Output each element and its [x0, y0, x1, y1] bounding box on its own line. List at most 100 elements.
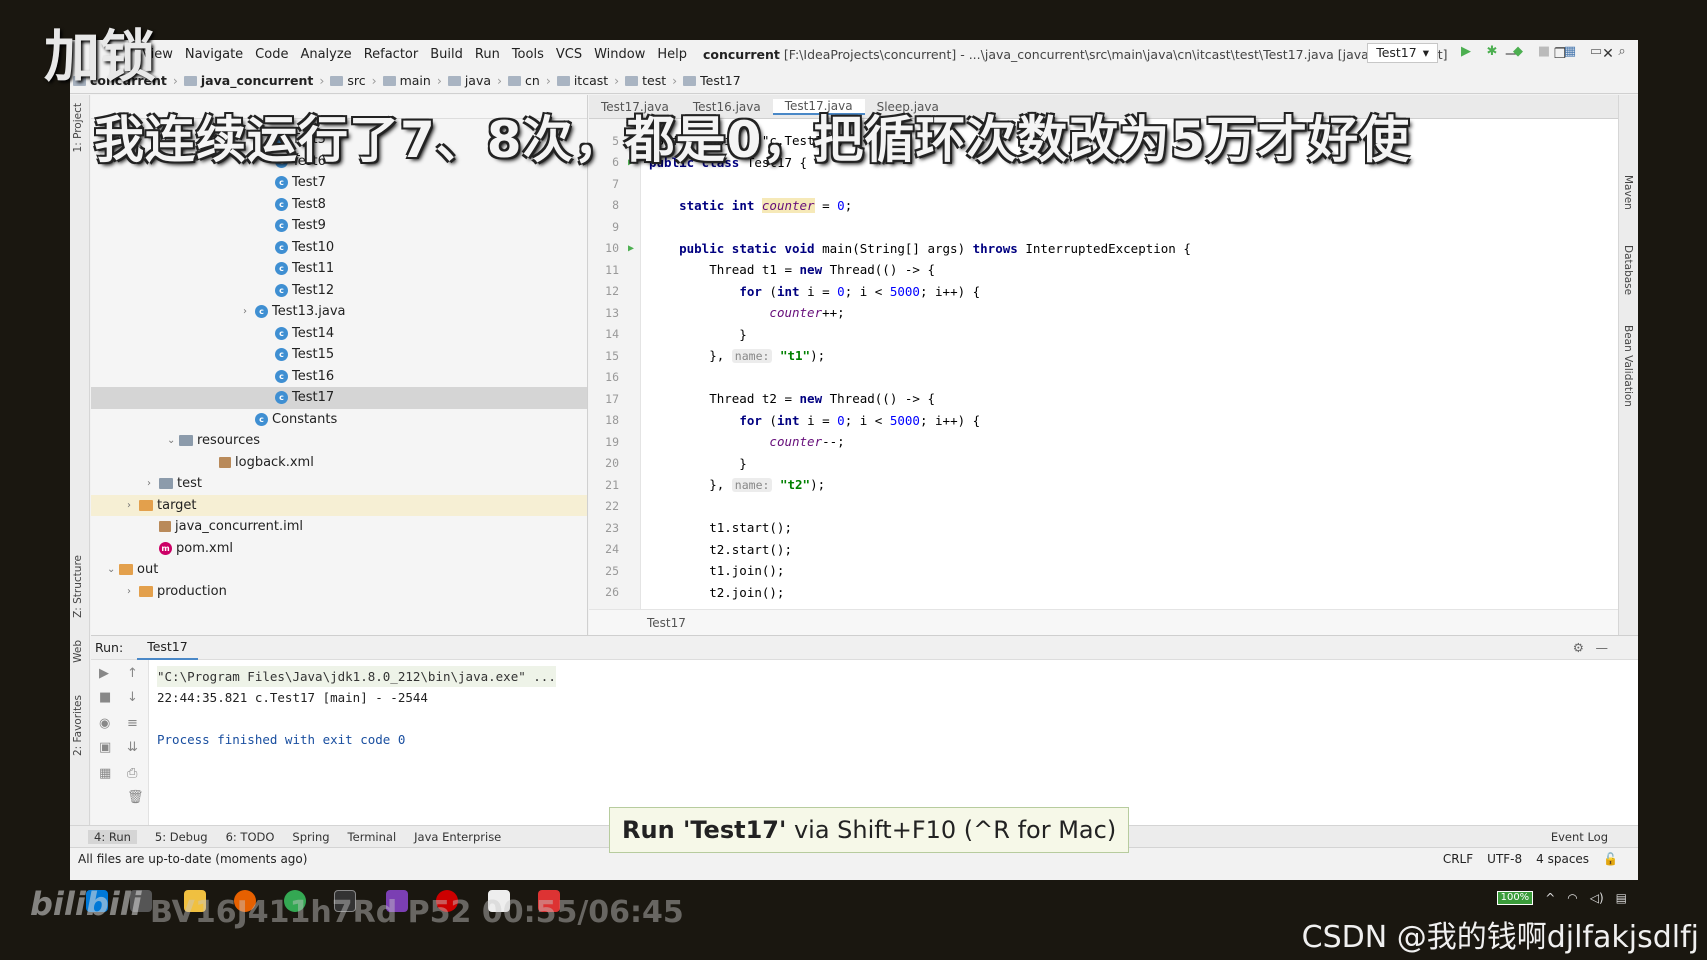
code-line[interactable]: 16	[589, 367, 1624, 389]
tree-item[interactable]: c Test10	[91, 237, 587, 259]
rerun-icon[interactable]: ▶	[99, 666, 109, 681]
restore-layout-icon[interactable]: ▣	[99, 740, 111, 755]
layout-icon[interactable]: ▭	[1588, 44, 1604, 59]
code-line[interactable]: 18 for (int i = 0; i < 5000; i++) {	[589, 410, 1624, 432]
breadcrumb-item[interactable]: src ›	[327, 73, 379, 88]
down-icon[interactable]: ↓	[127, 690, 138, 705]
structure-tool-label[interactable]: Z: Structure	[72, 555, 84, 618]
breadcrumb-item[interactable]: itcast ›	[554, 73, 622, 88]
menu-code[interactable]: Code	[249, 47, 294, 62]
code-area[interactable]: 5 @Slf4j(topic = "c.Test17") 6 ▶ public clas…	[589, 130, 1624, 603]
bottom-tool-button[interactable]: Java Enterprise	[414, 830, 501, 844]
code-line[interactable]: 10 ▶ public static void main(String[] arg…	[589, 238, 1624, 260]
expand-arrow-icon[interactable]: ›	[147, 478, 159, 489]
tree-item[interactable]: c Test14	[91, 323, 587, 345]
tree-item[interactable]: › test	[91, 473, 587, 495]
volume-icon[interactable]: ◁)	[1590, 891, 1604, 905]
expand-arrow-icon[interactable]: ›	[127, 586, 139, 597]
run-gutter-icon[interactable]: ▶	[619, 243, 643, 254]
coverage-icon[interactable]: ◆	[1510, 44, 1526, 59]
menu-help[interactable]: Help	[651, 47, 693, 62]
tree-item[interactable]: c Test8	[91, 194, 587, 216]
run-tab[interactable]: Test17	[137, 636, 198, 660]
expand-arrow-icon[interactable]: ⌄	[167, 435, 179, 446]
menu-build[interactable]: Build	[424, 47, 469, 62]
code-line[interactable]: 11 Thread t1 = new Thread(() -> {	[589, 259, 1624, 281]
code-line[interactable]: 22	[589, 496, 1624, 518]
tree-item[interactable]: c Test9	[91, 215, 587, 237]
tree-item[interactable]: logback.xml	[91, 452, 587, 474]
run-config-select[interactable]: Test17 ▾	[1367, 43, 1438, 63]
notification-icon[interactable]: ▤	[1616, 891, 1627, 905]
favorites-tool-label[interactable]: 2: Favorites	[72, 695, 84, 756]
event-log-button[interactable]: Event Log	[1551, 830, 1608, 844]
tree-item[interactable]: › target	[91, 494, 587, 516]
code-line[interactable]: 20 }	[589, 453, 1624, 475]
run-icon[interactable]: ▶	[1458, 44, 1474, 59]
menu-run[interactable]: Run	[469, 47, 506, 62]
search-icon[interactable]: ⌕	[1614, 44, 1630, 59]
indent-setting[interactable]: 4 spaces	[1536, 852, 1589, 866]
breadcrumb-item[interactable]: main ›	[380, 73, 445, 88]
soft-wrap-icon[interactable]: ≡	[127, 716, 138, 731]
menu-navigate[interactable]: Navigate	[179, 47, 249, 62]
bottom-tool-button[interactable]: Terminal	[348, 830, 397, 844]
up-icon[interactable]: ↑	[127, 666, 138, 681]
bottom-tool-button[interactable]: Spring	[292, 830, 329, 844]
code-line[interactable]: 14 }	[589, 324, 1624, 346]
code-line[interactable]: 9	[589, 216, 1624, 238]
code-line[interactable]: 17 Thread t2 = new Thread(() -> {	[589, 388, 1624, 410]
menu-refactor[interactable]: Refactor	[358, 47, 425, 62]
tree-item[interactable]: ⌄ resources	[91, 430, 587, 452]
breadcrumb-item[interactable]: Test17	[680, 73, 744, 88]
line-separator[interactable]: CRLF	[1443, 852, 1473, 866]
breadcrumb-item[interactable]: java ›	[445, 73, 505, 88]
menu-analyze[interactable]: Analyze	[294, 47, 357, 62]
web-tool-label[interactable]: Web	[72, 640, 84, 663]
code-line[interactable]: 25 t1.join();	[589, 560, 1624, 582]
stop-icon[interactable]: ■	[1536, 44, 1552, 59]
tree-item[interactable]: c Constants	[91, 409, 587, 431]
tree-item[interactable]: c Test12	[91, 280, 587, 302]
camera-icon[interactable]: ◉	[99, 716, 110, 731]
tree-item[interactable]: ⌄ out	[91, 559, 587, 581]
tree-item[interactable]: m pom.xml	[91, 538, 587, 560]
project-tool-label[interactable]: 1: Project	[72, 103, 84, 152]
tree-item[interactable]: c Test17	[91, 387, 587, 409]
tree-item[interactable]: c Test16	[91, 366, 587, 388]
file-encoding[interactable]: UTF-8	[1487, 852, 1522, 866]
breadcrumb-item[interactable]: test ›	[622, 73, 680, 88]
menu-vcs[interactable]: VCS	[550, 47, 588, 62]
battery-icon[interactable]: 100%	[1496, 891, 1534, 905]
code-editor[interactable]: Test17.java Test16.java Test17.java Sleep.j…	[589, 95, 1624, 635]
breadcrumb-item[interactable]: cn ›	[505, 73, 554, 88]
tree-item[interactable]: c Test7	[91, 172, 587, 194]
menu-tools[interactable]: Tools	[506, 47, 550, 62]
network-icon[interactable]: ^	[1545, 891, 1555, 905]
code-line[interactable]: 7	[589, 173, 1624, 195]
code-line[interactable]: 15 }, name: "t1");	[589, 345, 1624, 367]
code-line[interactable]: 26 t2.join();	[589, 582, 1624, 604]
layout-icon[interactable]: ▦	[99, 766, 111, 781]
menu-window[interactable]: Window	[588, 47, 651, 62]
bottom-tool-button[interactable]: 4: Run	[88, 829, 137, 844]
structure-icon[interactable]: ▦	[1562, 44, 1578, 59]
bean-validation-tool-label[interactable]: Bean Validation	[1622, 325, 1634, 407]
tree-item[interactable]: › c Test13.java	[91, 301, 587, 323]
expand-arrow-icon[interactable]: ⌄	[107, 564, 119, 575]
hide-icon[interactable]: —	[1596, 640, 1609, 655]
tree-item[interactable]: c Test11	[91, 258, 587, 280]
code-line[interactable]: 12 for (int i = 0; i < 5000; i++) {	[589, 281, 1624, 303]
maven-tool-label[interactable]: Maven	[1622, 175, 1634, 210]
code-line[interactable]: 21 }, name: "t2");	[589, 474, 1624, 496]
tree-item[interactable]: › production	[91, 581, 587, 603]
tree-item[interactable]: java_concurrent.iml	[91, 516, 587, 538]
bottom-tool-button[interactable]: 5: Debug	[155, 830, 208, 844]
expand-arrow-icon[interactable]: ›	[243, 306, 255, 317]
console-output[interactable]: "C:\Program Files\Java\jdk1.8.0_212\bin\…	[157, 666, 556, 750]
tree-item[interactable]: c Test15	[91, 344, 587, 366]
stop-icon[interactable]: ■	[99, 690, 111, 705]
database-tool-label[interactable]: Database	[1622, 245, 1634, 295]
lock-icon[interactable]: 🔓	[1603, 852, 1618, 866]
code-line[interactable]: 23 t1.start();	[589, 517, 1624, 539]
